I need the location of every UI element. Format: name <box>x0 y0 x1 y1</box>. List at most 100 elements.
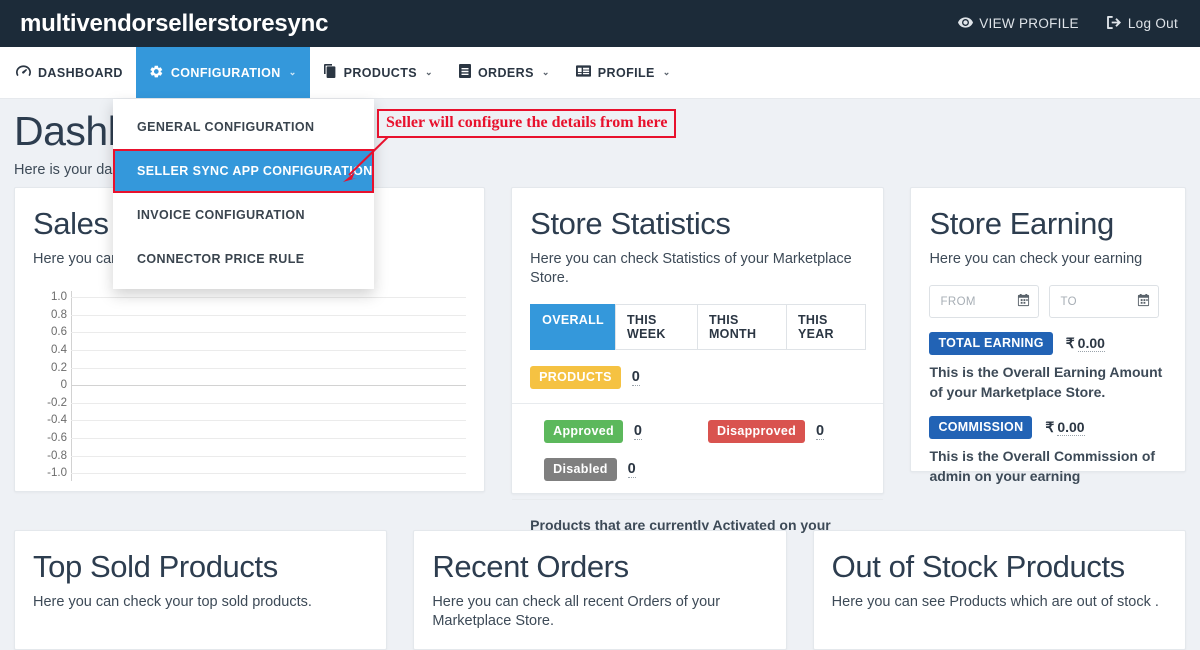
rupee-symbol: ₹ <box>1045 419 1055 436</box>
total-earning-amount: ₹ 0.00 <box>1065 335 1105 353</box>
out-of-stock-products-card: Out of Stock Products Here you can see P… <box>812 530 1186 650</box>
earning-description: Here you can check your earning <box>929 250 1143 267</box>
commission-amount: ₹ 0.00 <box>1045 419 1085 437</box>
total-earning-value[interactable]: 0.00 <box>1077 335 1105 353</box>
chart-gridline <box>71 473 467 475</box>
statistics-title: Store Statistics <box>530 206 731 241</box>
chart-gridline <box>71 437 467 439</box>
tab-this-year[interactable]: THIS YEAR <box>785 303 867 350</box>
earning-title: Store Earning <box>929 206 1114 241</box>
nav-item-orders-label: ORDERS <box>477 65 534 80</box>
tab-overall[interactable]: OVERALL <box>530 303 616 350</box>
total-earning-row: TOTAL EARNING ₹ 0.00 <box>929 332 1167 356</box>
top-sold-products-title: Top Sold Products <box>33 549 278 584</box>
chart-gridline <box>71 455 467 457</box>
chart-y-tick-label: 0.8 <box>51 308 67 321</box>
date-from-placeholder: FROM <box>940 295 976 308</box>
recent-orders-description: Here you can check all recent Orders of … <box>432 593 721 630</box>
chart-y-tick-label: -1.0 <box>47 467 67 480</box>
dropdown-item-invoice-configuration[interactable]: INVOICE CONFIGURATION <box>113 193 374 237</box>
chart-y-tick-label: -0.4 <box>47 414 67 427</box>
total-earning-note: This is the Overall Earning Amount of yo… <box>929 364 1163 400</box>
log-out-label: Log Out <box>1127 16 1178 31</box>
approved-count[interactable]: 0 <box>633 423 642 440</box>
nav-item-orders[interactable]: ORDERS ⌄ <box>446 47 563 98</box>
out-of-stock-title: Out of Stock Products <box>831 549 1126 584</box>
calendar-icon[interactable] <box>1017 293 1030 310</box>
nav-item-configuration-label: CONFIGURATION <box>170 65 281 80</box>
chart-y-tick-label: 0.4 <box>51 343 67 356</box>
configuration-dropdown-menu: GENERAL CONFIGURATION SELLER SYNC APP CO… <box>113 99 374 289</box>
disapproved-stat: Disapproved 0 <box>708 419 825 443</box>
nav-item-products-label: PRODUCTS <box>343 65 417 80</box>
status-row-one: Approved 0 Disapproved 0 <box>544 419 865 443</box>
calendar-icon[interactable] <box>1137 293 1150 310</box>
chart-y-axis <box>71 291 72 482</box>
chevron-down-icon: ⌄ <box>288 67 297 77</box>
nav-item-configuration[interactable]: CONFIGURATION ⌄ <box>135 47 310 98</box>
dashboard-icon <box>16 64 31 81</box>
statistics-status-block: Approved 0 Disapproved 0 Disabled 0 <box>512 404 884 500</box>
list-icon <box>458 64 471 81</box>
dashboard-row-bottom: Top Sold Products Here you can check you… <box>0 530 1200 650</box>
chart-y-tick-label: -0.2 <box>47 396 67 409</box>
tab-this-week[interactable]: THIS WEEK <box>615 303 698 350</box>
disapproved-badge: Disapproved <box>708 419 806 443</box>
commission-value[interactable]: 0.00 <box>1057 419 1085 437</box>
chevron-down-icon: ⌄ <box>424 67 433 77</box>
rupee-symbol: ₹ <box>1065 335 1075 352</box>
chart-gridline <box>71 314 467 316</box>
total-earning-badge: TOTAL EARNING <box>929 332 1053 356</box>
copy-icon <box>323 64 337 81</box>
products-stat-row: PRODUCTS 0 <box>530 365 865 389</box>
chart-gridline <box>71 367 467 369</box>
statistics-tab-group: OVERALL THIS WEEK THIS MONTH THIS YEAR <box>530 303 867 350</box>
dropdown-item-connector-price-rule[interactable]: CONNECTOR PRICE RULE <box>113 237 374 281</box>
date-from-field[interactable]: FROM <box>929 285 1040 319</box>
chart-y-tick-label: -0.6 <box>47 431 67 444</box>
statistics-description: Here you can check Statistics of your Ma… <box>530 250 852 287</box>
date-to-placeholder: TO <box>1060 295 1078 308</box>
date-to-field[interactable]: TO <box>1049 285 1160 319</box>
view-profile-label: VIEW PROFILE <box>979 16 1079 31</box>
chevron-down-icon: ⌄ <box>541 67 550 77</box>
log-out-link[interactable]: Log Out <box>1106 15 1178 32</box>
tab-this-month[interactable]: THIS MONTH <box>696 303 787 350</box>
approved-stat: Approved 0 <box>544 419 642 443</box>
nav-item-dashboard[interactable]: DASHBOARD <box>0 47 136 98</box>
earning-date-filter: FROM TO <box>929 285 1167 319</box>
chart-y-tick-label: 1.0 <box>51 291 67 304</box>
nav-item-profile[interactable]: PROFILE ⌄ <box>563 47 684 98</box>
annotation-callout: Seller will configure the details from h… <box>377 109 677 138</box>
view-profile-link[interactable]: VIEW PROFILE <box>958 16 1079 31</box>
annotation-arrow-icon <box>343 134 391 182</box>
approved-badge: Approved <box>544 419 623 443</box>
disabled-count[interactable]: 0 <box>627 461 636 478</box>
chart-gridline <box>71 385 467 387</box>
chart-y-tick-label: -0.8 <box>47 449 67 462</box>
chart-gridline <box>71 297 467 299</box>
store-statistics-card: Store Statistics Here you can check Stat… <box>511 187 885 553</box>
products-badge: PRODUCTS <box>530 365 621 389</box>
chart-gridline <box>71 332 467 334</box>
chart-gridline <box>71 349 467 351</box>
chevron-down-icon: ⌄ <box>662 67 671 77</box>
brand-title: multivendorsellerstoresync <box>20 9 329 37</box>
out-of-stock-description: Here you can see Products which are out … <box>831 593 1159 610</box>
status-row-two: Disabled 0 <box>544 457 865 481</box>
nav-item-profile-label: PROFILE <box>597 65 655 80</box>
top-header-bar: multivendorsellerstoresync VIEW PROFILE … <box>0 0 1200 47</box>
chart-gridline <box>71 402 467 404</box>
disabled-badge: Disabled <box>544 457 617 481</box>
disapproved-count[interactable]: 0 <box>816 423 825 440</box>
commission-badge: COMMISSION <box>929 416 1033 440</box>
top-sold-products-description: Here you can check your top sold product… <box>33 593 312 610</box>
nav-item-products[interactable]: PRODUCTS ⌄ <box>310 47 446 98</box>
statistics-header: Store Statistics Here you can check Stat… <box>512 188 884 404</box>
top-sold-products-card: Top Sold Products Here you can check you… <box>14 530 388 650</box>
chart-gridline <box>71 420 467 422</box>
eye-icon <box>958 16 974 31</box>
commission-note: This is the Overall Commission of admin … <box>929 448 1156 484</box>
chart-y-tick-label: 0.2 <box>51 361 67 374</box>
products-count[interactable]: 0 <box>631 369 640 386</box>
